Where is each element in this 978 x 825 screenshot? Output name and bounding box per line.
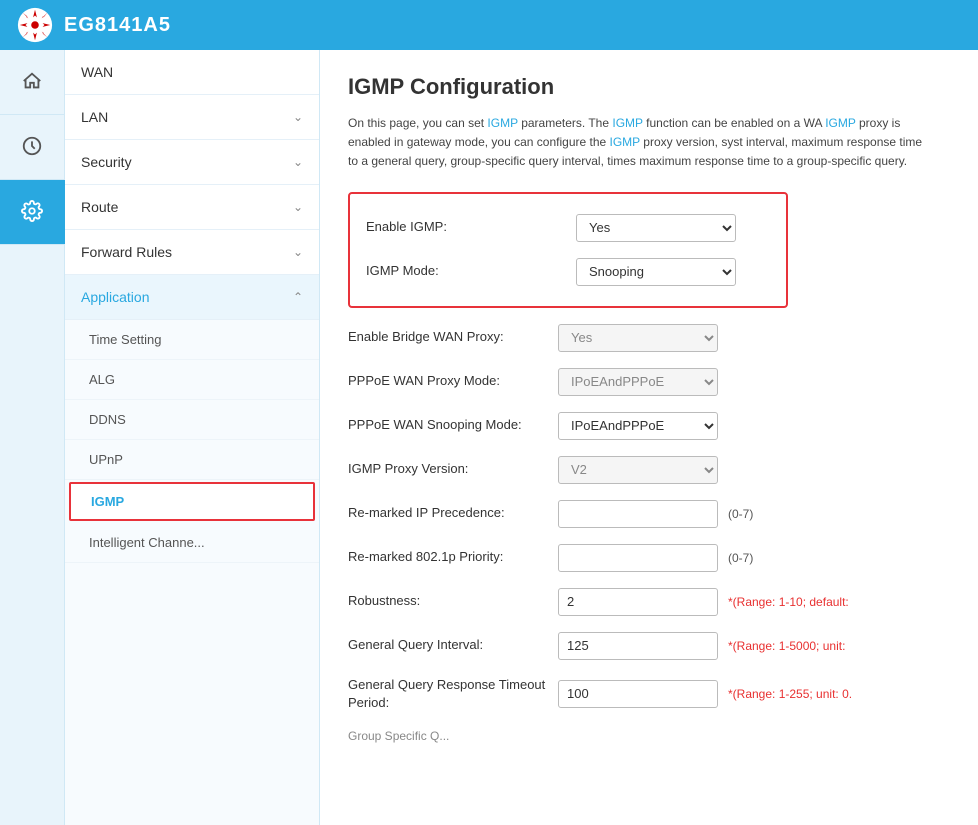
general-query-interval-label: General Query Interval:	[348, 636, 558, 654]
robustness-row: Robustness: *(Range: 1-10; default:	[348, 580, 950, 624]
igmp-mode-control: Snooping Proxy	[576, 258, 736, 286]
remarked-802-label: Re-marked 802.1p Priority:	[348, 548, 558, 566]
enable-bridge-wan-select[interactable]: Yes No	[558, 324, 718, 352]
igmp-mode-row: IGMP Mode: Snooping Proxy	[366, 250, 770, 294]
pppoe-wan-snooping-control: IPoEAndPPPoE	[558, 412, 718, 440]
robustness-input[interactable]	[558, 588, 718, 616]
pppoe-wan-snooping-select[interactable]: IPoEAndPPPoE	[558, 412, 718, 440]
sidebar-icon-status[interactable]	[0, 115, 65, 180]
page-title: IGMP Configuration	[348, 74, 950, 100]
application-submenu: Time Setting ALG DDNS UPnP IGMP Intellig…	[65, 320, 319, 563]
submenu-item-ddns[interactable]: DDNS	[65, 400, 319, 440]
pppoe-wan-proxy-row: PPPoE WAN Proxy Mode: IPoEAndPPPoE	[348, 360, 950, 404]
general-query-interval-hint: *(Range: 1-5000; unit:	[728, 639, 845, 653]
enable-bridge-wan-control: Yes No	[558, 324, 718, 352]
app-title: EG8141A5	[64, 14, 171, 37]
igmp-mode-select[interactable]: Snooping Proxy	[576, 258, 736, 286]
pppoe-wan-snooping-row: PPPoE WAN Snooping Mode: IPoEAndPPPoE	[348, 404, 950, 448]
igmp-proxy-version-label: IGMP Proxy Version:	[348, 460, 558, 478]
submenu-item-igmp[interactable]: IGMP	[69, 482, 315, 521]
enable-igmp-control: Yes No	[576, 214, 736, 242]
sidebar-menu: WAN LAN ⌄ Security ⌄ Route ⌄ Forward Rul…	[65, 50, 319, 825]
pppoe-wan-snooping-label: PPPoE WAN Snooping Mode:	[348, 416, 558, 434]
general-query-response-label: General Query Response Timeout Period:	[348, 676, 558, 712]
submenu-item-alg[interactable]: ALG	[65, 360, 319, 400]
group-specific-label: Group Specific Q...	[348, 728, 558, 745]
igmp-proxy-version-control: V2 V3	[558, 456, 718, 484]
robustness-hint: *(Range: 1-10; default:	[728, 595, 849, 609]
igmp-proxy-version-row: IGMP Proxy Version: V2 V3	[348, 448, 950, 492]
general-query-response-input[interactable]	[558, 680, 718, 708]
general-query-response-control: *(Range: 1-255; unit: 0.	[558, 680, 852, 708]
sidebar-item-application[interactable]: Application ⌃	[65, 275, 319, 320]
general-query-interval-input[interactable]	[558, 632, 718, 660]
remarked-ip-control: (0-7)	[558, 500, 753, 528]
application-arrow: ⌃	[293, 290, 303, 304]
general-query-interval-control: *(Range: 1-5000; unit:	[558, 632, 845, 660]
enable-igmp-select[interactable]: Yes No	[576, 214, 736, 242]
app-header: EG8141A5	[0, 0, 978, 50]
sidebar-item-wan[interactable]: WAN	[65, 50, 319, 95]
sidebar-item-security[interactable]: Security ⌄	[65, 140, 319, 185]
lan-arrow: ⌄	[293, 110, 303, 124]
remarked-802-hint: (0-7)	[728, 551, 753, 565]
security-arrow: ⌄	[293, 155, 303, 169]
remarked-ip-hint: (0-7)	[728, 507, 753, 521]
enable-bridge-wan-row: Enable Bridge WAN Proxy: Yes No	[348, 316, 950, 360]
igmp-highlight-box: Enable IGMP: Yes No IGMP Mode: Snooping …	[348, 192, 788, 308]
igmp-mode-label: IGMP Mode:	[366, 262, 576, 280]
remarked-ip-row: Re-marked IP Precedence: (0-7)	[348, 492, 950, 536]
huawei-logo	[16, 6, 54, 44]
remarked-802-control: (0-7)	[558, 544, 753, 572]
remarked-802-input[interactable]	[558, 544, 718, 572]
pppoe-wan-proxy-label: PPPoE WAN Proxy Mode:	[348, 372, 558, 390]
general-query-interval-row: General Query Interval: *(Range: 1-5000;…	[348, 624, 950, 668]
sidebar-icon-column	[0, 50, 65, 825]
sidebar-item-lan[interactable]: LAN ⌄	[65, 95, 319, 140]
pppoe-wan-proxy-select[interactable]: IPoEAndPPPoE	[558, 368, 718, 396]
enable-igmp-label: Enable IGMP:	[366, 218, 576, 236]
sidebar-item-route[interactable]: Route ⌄	[65, 185, 319, 230]
remarked-ip-label: Re-marked IP Precedence:	[348, 504, 558, 522]
forward-rules-arrow: ⌄	[293, 245, 303, 259]
general-query-response-hint: *(Range: 1-255; unit: 0.	[728, 687, 852, 701]
sidebar-item-forward-rules[interactable]: Forward Rules ⌄	[65, 230, 319, 275]
main-layout: WAN LAN ⌄ Security ⌄ Route ⌄ Forward Rul…	[0, 50, 978, 825]
submenu-item-time-setting[interactable]: Time Setting	[65, 320, 319, 360]
submenu-item-intelligent-channel[interactable]: Intelligent Channe...	[65, 523, 319, 563]
remarked-802-row: Re-marked 802.1p Priority: (0-7)	[348, 536, 950, 580]
remarked-ip-input[interactable]	[558, 500, 718, 528]
enable-bridge-wan-label: Enable Bridge WAN Proxy:	[348, 328, 558, 346]
pppoe-wan-proxy-control: IPoEAndPPPoE	[558, 368, 718, 396]
sidebar-icon-home[interactable]	[0, 50, 65, 115]
group-specific-placeholder: Group Specific Q...	[348, 720, 950, 753]
page-description: On this page, you can set IGMP parameter…	[348, 114, 928, 172]
robustness-label: Robustness:	[348, 592, 558, 610]
igmp-proxy-version-select[interactable]: V2 V3	[558, 456, 718, 484]
sidebar-icon-settings[interactable]	[0, 180, 65, 245]
enable-igmp-row: Enable IGMP: Yes No	[366, 206, 770, 250]
route-arrow: ⌄	[293, 200, 303, 214]
robustness-control: *(Range: 1-10; default:	[558, 588, 849, 616]
sidebar: WAN LAN ⌄ Security ⌄ Route ⌄ Forward Rul…	[0, 50, 320, 825]
general-query-response-row: General Query Response Timeout Period: *…	[348, 668, 950, 720]
main-content: IGMP Configuration On this page, you can…	[320, 50, 978, 825]
submenu-item-upnp[interactable]: UPnP	[65, 440, 319, 480]
